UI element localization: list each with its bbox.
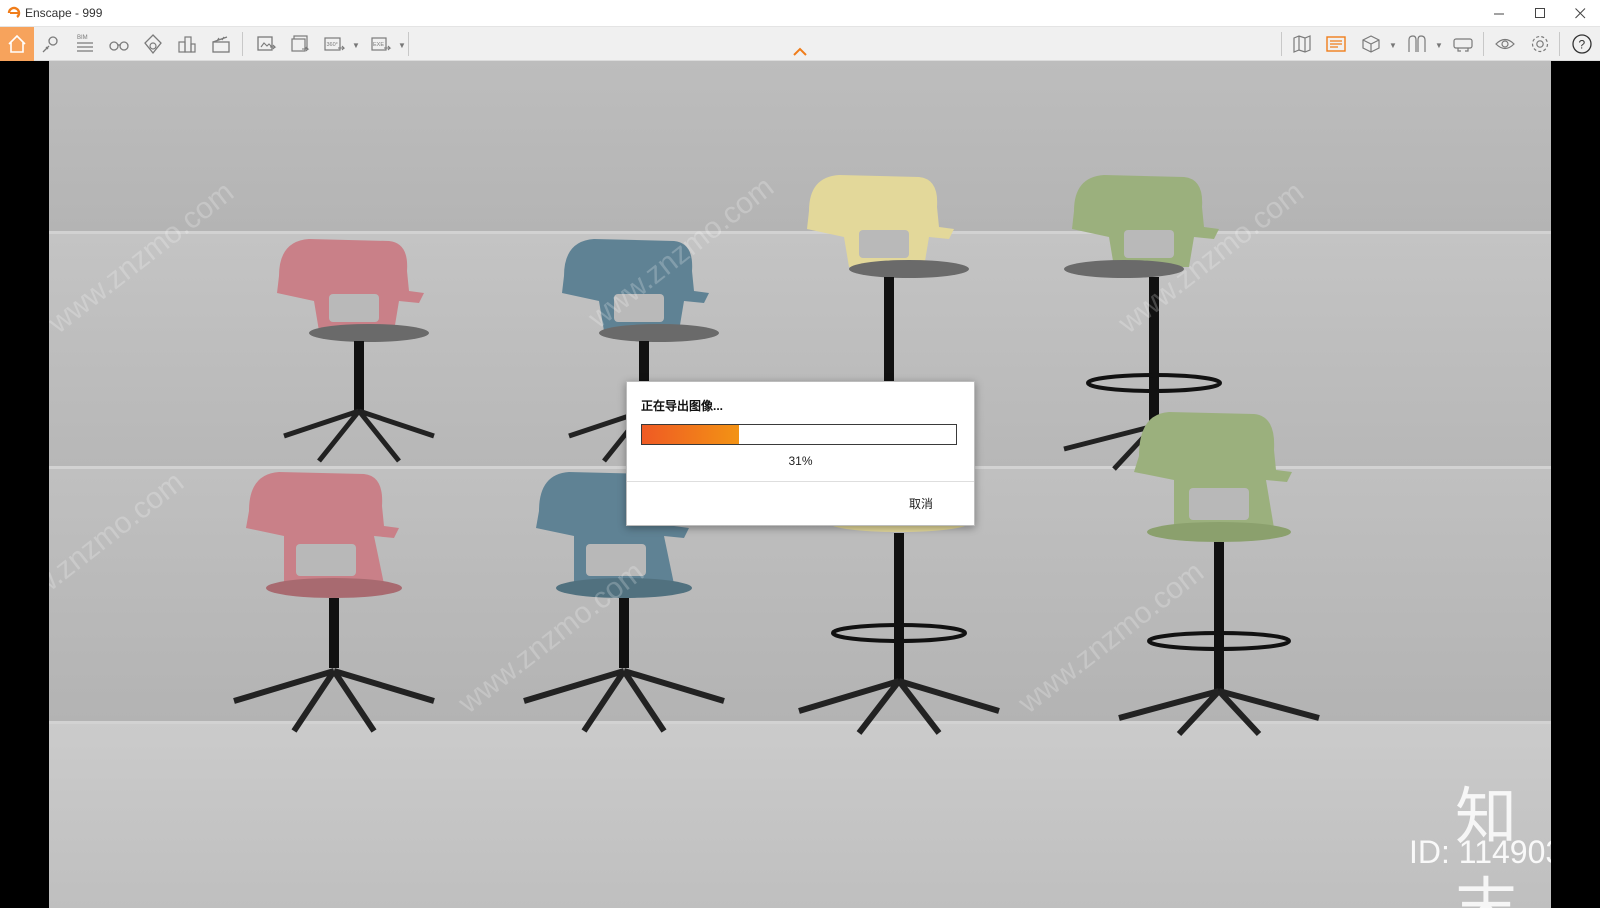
assets-icon bbox=[144, 34, 162, 55]
headset-icon bbox=[1453, 38, 1473, 52]
title-bar: Enscape - 999 bbox=[0, 0, 1600, 27]
chair-yellow-tall bbox=[789, 501, 1009, 736]
vr-icon bbox=[1408, 35, 1426, 52]
render-image-icon bbox=[257, 36, 277, 51]
settings-button[interactable] bbox=[1523, 27, 1557, 61]
views-icon bbox=[42, 36, 58, 53]
export-exe-icon: EXE bbox=[371, 37, 392, 51]
map-icon bbox=[1293, 35, 1311, 53]
maximize-button[interactable] bbox=[1521, 0, 1559, 26]
cube-icon bbox=[1362, 35, 1380, 53]
help-button[interactable]: ? bbox=[1565, 27, 1599, 61]
svg-text:EXE: EXE bbox=[373, 42, 384, 48]
render-image-button[interactable] bbox=[249, 27, 283, 61]
enscape-logo-icon bbox=[7, 6, 21, 18]
floor bbox=[49, 723, 1551, 908]
settings-icon bbox=[1531, 35, 1549, 53]
views-button[interactable] bbox=[34, 27, 68, 61]
chevron-up-icon[interactable] bbox=[792, 46, 808, 58]
close-button[interactable] bbox=[1561, 0, 1599, 26]
object-button[interactable] bbox=[1354, 27, 1388, 61]
binoculars-button[interactable] bbox=[102, 27, 136, 61]
help-icon: ? bbox=[1572, 34, 1592, 54]
binoculars-icon bbox=[109, 41, 129, 51]
vr-button[interactable] bbox=[1400, 27, 1434, 61]
active-render-icon bbox=[1326, 36, 1346, 52]
panorama-icon: 360° bbox=[324, 37, 345, 51]
progress-bar-fill bbox=[642, 425, 740, 444]
maximize-icon bbox=[1534, 7, 1545, 18]
toolbar-separator bbox=[408, 32, 409, 56]
svg-text:?: ? bbox=[1579, 38, 1586, 52]
dialog-divider bbox=[627, 481, 974, 482]
watermark-id: ID: 1149036408 bbox=[1409, 834, 1551, 870]
visual-settings-button[interactable] bbox=[1488, 27, 1522, 61]
home-button[interactable] bbox=[0, 27, 34, 61]
buildings-icon bbox=[178, 36, 196, 53]
toolbar-separator bbox=[1281, 32, 1282, 56]
assets-button[interactable] bbox=[136, 27, 170, 61]
toolbar-separator bbox=[1559, 32, 1560, 56]
dialog-title: 正在导出图像... bbox=[641, 399, 724, 413]
export-exe-button[interactable]: EXE bbox=[364, 27, 398, 61]
batch-render-button[interactable] bbox=[283, 27, 317, 61]
chair-pink bbox=[259, 231, 459, 471]
chair-green bbox=[1104, 406, 1334, 737]
active-render-button[interactable] bbox=[1319, 27, 1353, 61]
minimize-button[interactable] bbox=[1480, 0, 1518, 26]
video-editor-button[interactable] bbox=[204, 27, 238, 61]
bim-icon: BIM bbox=[77, 35, 93, 52]
map-button[interactable] bbox=[1285, 27, 1319, 61]
progress-percent: 31% bbox=[788, 454, 813, 468]
batch-render-icon bbox=[291, 35, 310, 52]
object-dropdown-caret[interactable]: ▼ bbox=[1389, 41, 1397, 50]
buildings-button[interactable] bbox=[170, 27, 204, 61]
minimize-icon bbox=[1493, 13, 1504, 14]
panorama-button[interactable]: 360° bbox=[317, 27, 351, 61]
svg-text:BIM: BIM bbox=[77, 35, 88, 41]
toolbar: BIM 360° ▼ EXE ▼ ▼ ▼ ? bbox=[0, 27, 1600, 61]
chair-pink bbox=[224, 466, 444, 736]
close-icon bbox=[1574, 7, 1585, 18]
export-dropdown-caret[interactable]: ▼ bbox=[398, 41, 406, 50]
progress-bar bbox=[641, 424, 957, 445]
eye-icon bbox=[1495, 38, 1515, 50]
toolbar-separator bbox=[1483, 32, 1484, 56]
export-progress-dialog: 正在导出图像... 31% 取消 bbox=[626, 381, 975, 526]
home-icon bbox=[8, 34, 26, 53]
bim-button[interactable]: BIM bbox=[68, 27, 102, 61]
vr-dropdown-caret[interactable]: ▼ bbox=[1435, 41, 1443, 50]
cancel-button[interactable]: 取消 bbox=[909, 495, 933, 512]
toolbar-separator bbox=[242, 32, 243, 56]
panorama-dropdown-caret[interactable]: ▼ bbox=[352, 41, 360, 50]
svg-text:360°: 360° bbox=[327, 42, 338, 48]
clapper-icon bbox=[212, 36, 230, 53]
headset-button[interactable] bbox=[1446, 27, 1480, 61]
window-title: Enscape - 999 bbox=[25, 6, 103, 20]
